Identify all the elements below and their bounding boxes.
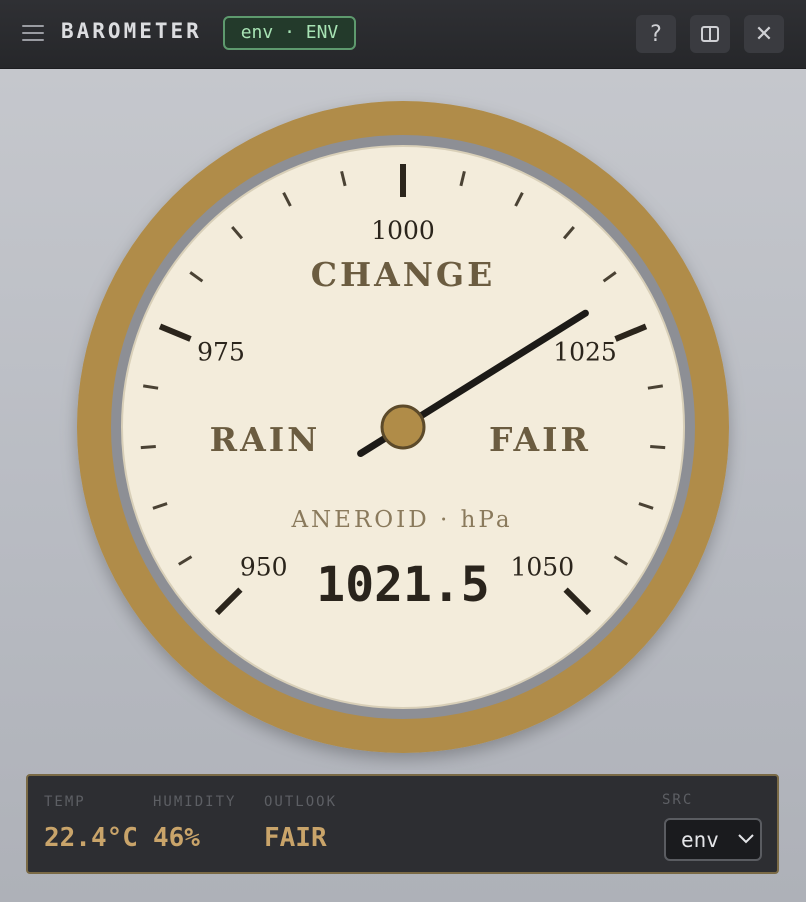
status-panel: TEMP 22.4°C HUMIDITY 46% OUTLOOK FAIR SR… — [26, 774, 779, 874]
scale-label-975: 975 — [197, 338, 245, 367]
needle-hub — [380, 404, 426, 450]
outlook-value: FAIR — [264, 823, 327, 853]
chevron-down-icon — [738, 834, 754, 844]
scale-label-1050: 1050 — [510, 552, 574, 581]
barometer-window: BAROMETER env · ENV ? ✕ 950 975 1000 1025 10… — [0, 0, 806, 902]
zone-fair-label: FAIR — [489, 420, 591, 459]
barometer-gauge: 950 975 1000 1025 1050 CHANGE RAIN FAIR ANER… — [77, 101, 729, 753]
temp-label: TEMP — [44, 794, 86, 810]
minor-tick — [650, 445, 666, 450]
temp-value: 22.4°C — [44, 823, 138, 853]
humidity-value: 46% — [153, 823, 200, 853]
zone-rain-label: RAIN — [210, 420, 321, 459]
src-label: SRC — [662, 792, 694, 808]
scale-label-1000: 1000 — [371, 216, 435, 245]
minor-tick — [140, 445, 156, 450]
pressure-readout: 1021.5 — [316, 557, 489, 613]
src-select-value: env — [681, 828, 719, 852]
scale-label-950: 950 — [240, 552, 288, 581]
zone-change-label: CHANGE — [311, 255, 496, 294]
src-select[interactable]: env — [664, 818, 762, 861]
humidity-label: HUMIDITY — [153, 794, 237, 810]
outlook-label: OUTLOOK — [264, 794, 338, 810]
scale-label-1025: 1025 — [553, 338, 617, 367]
gauge-caption: ANEROID · hPa — [290, 507, 512, 533]
